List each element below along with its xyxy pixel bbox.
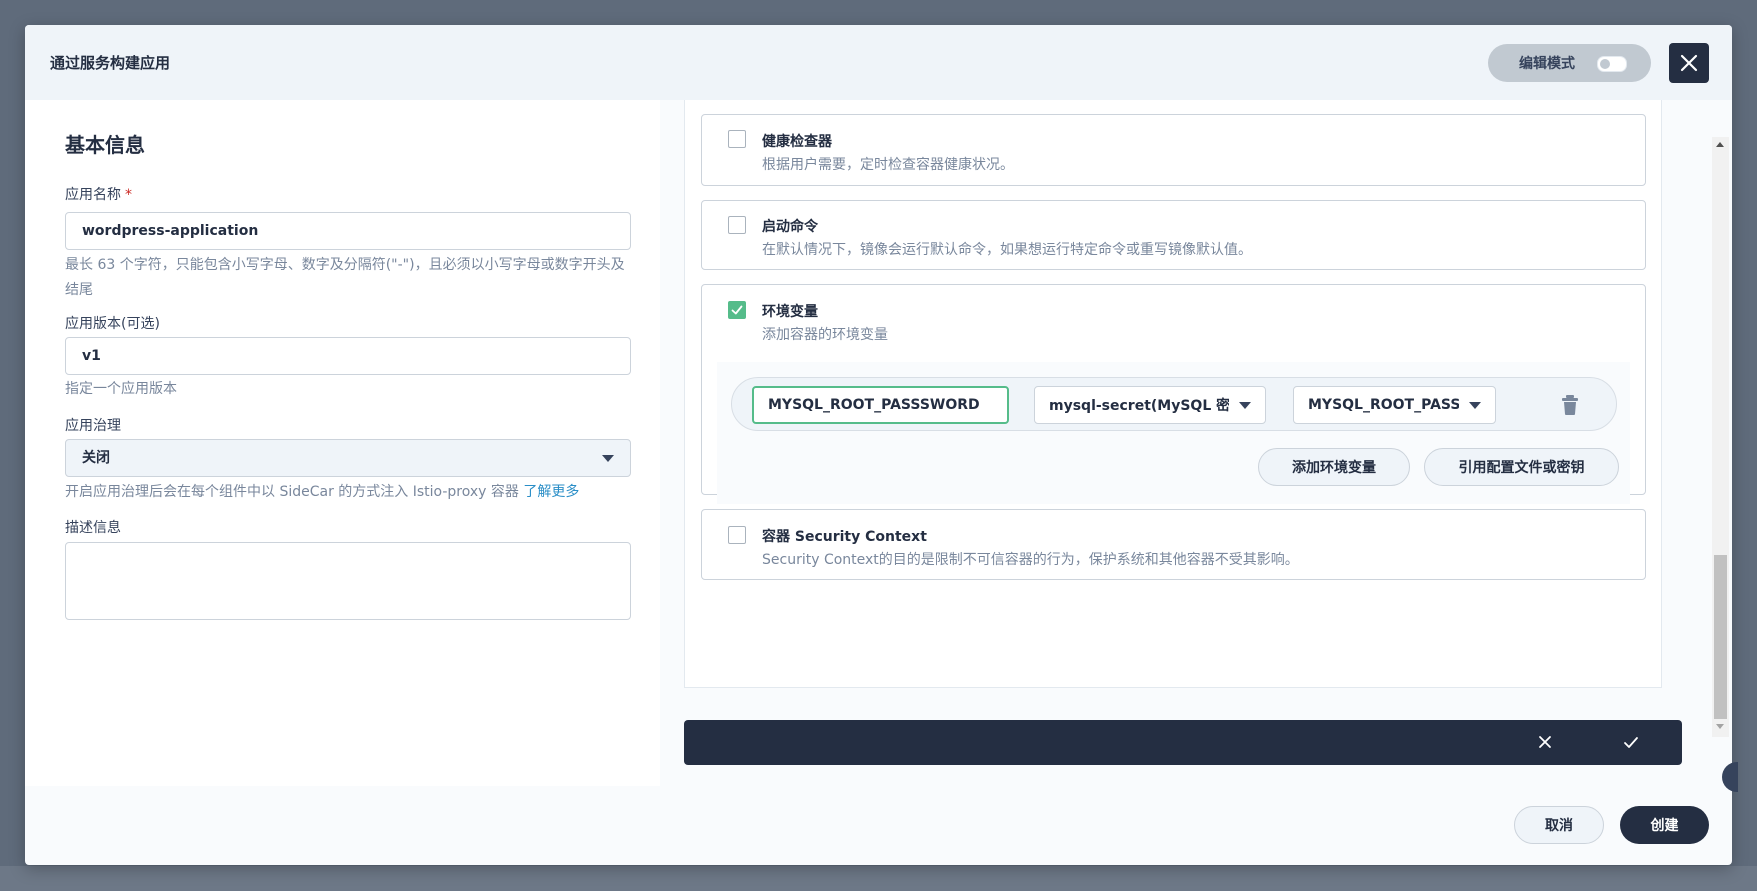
governance-select[interactable]: 关闭 [65, 439, 631, 477]
check-icon [731, 305, 743, 315]
app-version-input[interactable]: v1 [65, 337, 631, 375]
app-name-input[interactable]: wordpress-application [65, 212, 631, 250]
scroll-up-arrow-icon[interactable] [1716, 142, 1724, 147]
chevron-down-icon [1239, 401, 1251, 409]
cancel-button[interactable]: 取消 [1514, 806, 1604, 844]
container-edit-action-bar [684, 720, 1682, 765]
start-command-card: 启动命令 在默认情况下，镜像会运行默认命令，如果想运行特定命令或重写镜像默认值。 [701, 200, 1646, 270]
chevron-down-icon [602, 454, 614, 462]
create-button[interactable]: 创建 [1620, 806, 1709, 844]
cancel-x-icon[interactable] [1538, 735, 1552, 749]
start-command-checkbox[interactable] [728, 216, 746, 234]
app-name-hint: 最长 63 个字符，只能包含小写字母、数字及分隔符("-")，且必须以小写字母或… [65, 257, 625, 298]
reference-config-button[interactable]: 引用配置文件或密钥 [1424, 448, 1619, 486]
env-vars-checkbox[interactable] [728, 301, 746, 319]
scrollbar-thumb[interactable] [1714, 555, 1727, 719]
env-var-name-input[interactable]: MYSQL_ROOT_PASSSWORD [752, 386, 1009, 424]
container-settings-area: 健康检查器 根据用户需要，定时检查容器健康状况。 启动命令 在默认情况下，镜像会… [684, 100, 1732, 786]
toggle-switch[interactable] [1597, 56, 1627, 72]
security-context-card: 容器 Security Context Security Context的目的是… [701, 509, 1646, 580]
container-settings-form: 健康检查器 根据用户需要，定时检查容器健康状况。 启动命令 在默认情况下，镜像会… [684, 100, 1662, 688]
env-var-source-select[interactable]: mysql-secret(MySQL 密钥 [1034, 386, 1266, 424]
health-checker-title: 健康检查器 [762, 134, 832, 150]
env-var-name-value: MYSQL_ROOT_PASSSWORD [768, 397, 980, 413]
scrollbar[interactable] [1712, 137, 1729, 737]
env-vars-desc: 添加容器的环境变量 [762, 327, 888, 343]
app-name-label-text: 应用名称 [65, 187, 121, 203]
security-context-desc: Security Context的目的是限制不可信容器的行为，保护系统和其他容器… [762, 552, 1299, 568]
description-textarea[interactable] [65, 542, 631, 620]
health-checker-desc: 根据用户需要，定时检查容器健康状况。 [762, 157, 1014, 173]
env-vars-card: 环境变量 添加容器的环境变量 MYSQL_ROOT_PASSSWORD mysq… [701, 284, 1646, 504]
edit-mode-label: 编辑模式 [1519, 56, 1575, 72]
env-var-key-value: MYSQL_ROOT_PASS... [1308, 397, 1459, 413]
close-button[interactable] [1669, 43, 1709, 83]
security-context-checkbox[interactable] [728, 526, 746, 544]
close-icon [1680, 54, 1698, 72]
dialog-title: 通过服务构建应用 [50, 54, 171, 72]
env-var-source-value: mysql-secret(MySQL 密钥 [1049, 398, 1229, 414]
trash-icon[interactable] [1560, 394, 1580, 416]
env-vars-editor: MYSQL_ROOT_PASSSWORD mysql-secret(MySQL … [717, 362, 1630, 504]
edit-mode-toggle[interactable]: 编辑模式 [1488, 44, 1651, 82]
create-app-dialog: 通过服务构建应用 编辑模式 基本信息 应用名称 * wordpress-appli… [25, 25, 1732, 865]
env-var-row: MYSQL_ROOT_PASSSWORD mysql-secret(MySQL … [731, 377, 1617, 431]
app-name-label: 应用名称 * [65, 184, 132, 204]
governance-selected-value: 关闭 [82, 450, 110, 466]
health-checker-card: 健康检查器 根据用户需要，定时检查容器健康状况。 [701, 114, 1646, 186]
env-var-key-select[interactable]: MYSQL_ROOT_PASS... [1293, 386, 1496, 424]
env-vars-title: 环境变量 [762, 304, 818, 320]
app-version-hint: 指定一个应用版本 [65, 381, 177, 397]
scroll-down-arrow-icon[interactable] [1716, 724, 1724, 729]
security-context-title: 容器 Security Context [762, 529, 927, 545]
governance-hint: 开启应用治理后会在每个组件中以 SideCar 的方式注入 Istio-prox… [65, 480, 631, 505]
learn-more-link[interactable]: 了解更多 [523, 484, 579, 500]
basic-info-panel: 基本信息 应用名称 * wordpress-application 最长 63 个… [25, 100, 660, 786]
required-mark: * [125, 187, 132, 203]
basic-info-title: 基本信息 [65, 133, 145, 157]
add-env-var-button[interactable]: 添加环境变量 [1258, 448, 1410, 486]
confirm-check-icon[interactable] [1623, 736, 1639, 749]
governance-hint-text: 开启应用治理后会在每个组件中以 SideCar 的方式注入 Istio-prox… [65, 484, 519, 500]
description-label: 描述信息 [65, 520, 121, 536]
governance-label: 应用治理 [65, 418, 121, 434]
dialog-header: 通过服务构建应用 编辑模式 [25, 25, 1732, 100]
toggle-knob [1600, 59, 1610, 69]
start-command-title: 启动命令 [762, 219, 818, 235]
health-checker-checkbox[interactable] [728, 130, 746, 148]
start-command-desc: 在默认情况下，镜像会运行默认命令，如果想运行特定命令或重写镜像默认值。 [762, 242, 1252, 258]
background-strip [0, 866, 1757, 891]
chevron-down-icon [1469, 401, 1481, 409]
app-version-label: 应用版本(可选) [65, 316, 160, 332]
